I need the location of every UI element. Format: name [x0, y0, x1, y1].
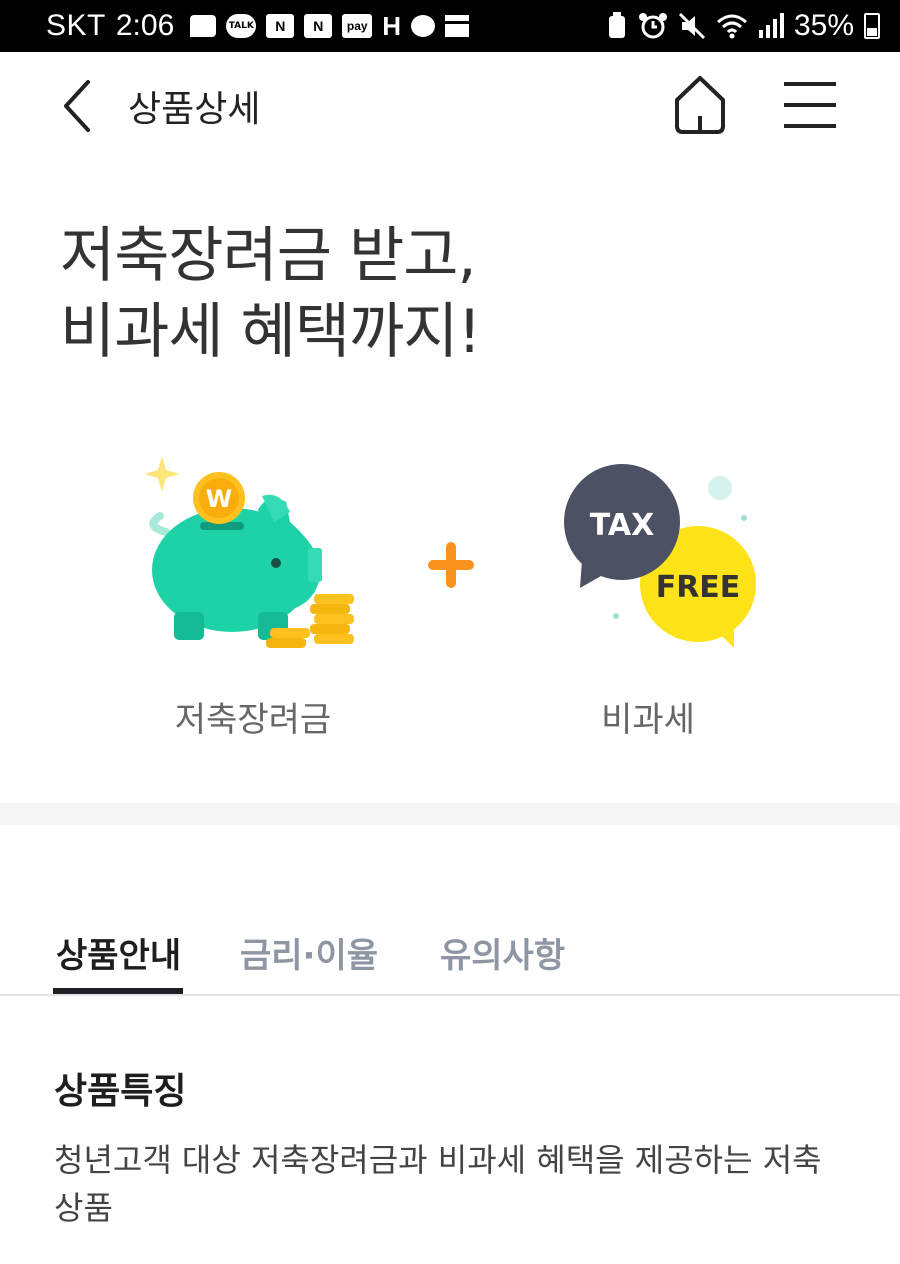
pay-icon: pay [342, 14, 373, 38]
clock: 2:06 [115, 9, 175, 42]
sparkle-icon [144, 456, 180, 492]
active-tab-indicator [53, 988, 183, 994]
benefit-label-tax-free: 비과세 [601, 700, 695, 740]
signal-icon [758, 13, 784, 38]
status-bar: SKT 2:06 TALK N N pay H 35% [0, 0, 900, 52]
naver-icon: N [304, 14, 333, 38]
recycle-battery-icon [608, 12, 625, 38]
tab-precautions[interactable]: 유의사항 [440, 928, 565, 977]
page-title: 상품상세 [128, 89, 261, 130]
tab-interest-rate[interactable]: 금리·이율 [240, 928, 378, 977]
chat-icon [411, 15, 436, 37]
plus-icon [428, 542, 474, 588]
section-divider [0, 803, 900, 825]
mute-icon [678, 12, 706, 40]
wifi-icon [716, 14, 747, 39]
message-icon [190, 15, 217, 37]
back-button[interactable] [56, 78, 100, 134]
alarm-icon [638, 13, 667, 39]
section-description: 청년고객 대상 저축장려금과 비과세 혜택을 제공하는 저축 상품 [54, 1141, 822, 1227]
hero-title: 저축장려금 받고, 비과세 혜택까지! [60, 218, 482, 370]
carrier-label: SKT [46, 9, 106, 42]
battery-percent: 35% [793, 9, 854, 42]
menu-button[interactable] [780, 80, 840, 130]
tax-label: TAX [590, 508, 654, 543]
home-button[interactable] [670, 74, 730, 136]
hero-title-line1: 저축장려금 받고, [60, 221, 477, 291]
chevron-left-icon [64, 80, 90, 132]
home-icon [675, 76, 725, 134]
naver-icon: N [266, 14, 295, 38]
h-icon: H [382, 10, 402, 41]
tax-free-illustration: TAX FREE [564, 464, 756, 648]
kakaotalk-icon: TALK [226, 14, 257, 38]
tab-product-info[interactable]: 상품안내 [56, 928, 181, 977]
free-label: FREE [656, 570, 741, 605]
hero-title-line2: 비과세 혜택까지! [60, 297, 482, 367]
app-icon [445, 15, 470, 37]
piggy-bank-illustration: W [144, 456, 354, 648]
tab-bar: 상품안내 금리·이율 유의사항 [0, 920, 900, 996]
benefit-label-savings: 저축장려금 [174, 700, 332, 740]
section-title: 상품특징 [54, 1071, 187, 1112]
app-header: 상품상세 [0, 52, 900, 158]
won-coin-symbol: W [206, 485, 232, 513]
battery-icon [864, 13, 880, 39]
hamburger-menu-icon [784, 82, 836, 128]
